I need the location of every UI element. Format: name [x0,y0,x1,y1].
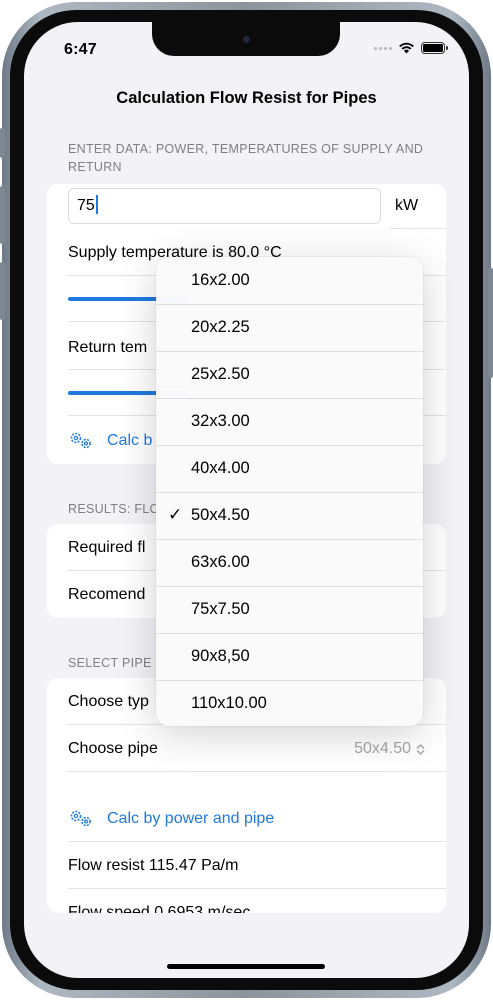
divider [68,771,446,772]
menu-item-label: 32x3.00 [191,412,250,430]
flow-resist-value: Flow resist 115.47 Pa/m [68,857,239,874]
required-flow-label: Required fl [68,539,146,556]
menu-item-label: 75x7.50 [191,600,250,618]
choose-pipe-label: Choose pipe [68,740,158,757]
battery-icon [421,42,448,54]
gears-icon [70,810,91,827]
menu-item-63x6.00[interactable]: 63x6.00 [156,539,423,586]
menu-item-25x2.50[interactable]: 25x2.50 [156,351,423,398]
menu-item-40x4.00[interactable]: 40x4.00 [156,445,423,492]
menu-item-label: 63x6.00 [191,553,250,571]
menu-item-label: 50x4.50 [191,506,250,524]
notch [152,22,340,56]
menu-item-label: 20x2.25 [191,318,250,336]
flow-speed-value: Flow speed 0.6953 m/sec [68,904,251,913]
menu-item-label: 25x2.50 [191,365,250,383]
menu-item-32x3.00[interactable]: 32x3.00 [156,398,423,445]
choose-pipe-picker[interactable]: 50x4.50 [354,740,425,758]
camera-icon [243,36,250,43]
power-unit: kW [395,197,419,214]
mute-switch [0,128,5,158]
gears-icon [70,432,91,449]
page-title: Calculation Flow Resist for Pipes [116,89,377,107]
menu-item-16x2.00[interactable]: 16x2.00 [156,257,423,304]
return-temperature-label: Return tem [68,339,148,356]
choose-type-label[interactable]: Choose typ [68,693,149,711]
pipe-size-menu: 16x2.00 20x2.25 25x2.50 32x3.00 40x4.00 … [156,257,423,726]
volume-down-button [0,262,5,320]
chevron-up-down-icon [416,743,425,755]
menu-item-75x7.50[interactable]: 75x7.50 [156,586,423,633]
input-section-header: ENTER DATA: POWER, TEMPERATURES OF SUPPL… [68,142,424,174]
power-input[interactable]: 75 [68,188,381,224]
menu-item-label: 40x4.00 [191,459,250,477]
volume-up-button [0,186,5,244]
power-button [488,268,493,378]
menu-item-20x2.25[interactable]: 20x2.25 [156,304,423,351]
choose-pipe-value: 50x4.50 [354,740,411,757]
calc-button[interactable]: Calc b [107,432,152,450]
divider [68,888,446,889]
divider [390,228,446,229]
menu-item-label: 110x10.00 [191,694,267,712]
menu-item-label: 16x2.00 [191,271,250,289]
menu-item-110x10.00[interactable]: 110x10.00 [156,680,423,726]
text-caret [95,195,98,214]
status-icons [374,42,448,54]
power-input-value: 75 [77,197,95,214]
signal-icon [374,46,392,50]
menu-item-90x8,50[interactable]: 90x8,50 [156,633,423,680]
menu-item-label: 90x8,50 [191,647,250,665]
home-indicator[interactable] [167,964,325,969]
menu-item-50x4.50[interactable]: ✓ 50x4.50 [156,492,423,539]
screen: 6:47 Calculation Flow Resist for Pipes E… [24,22,469,978]
calc-by-power-and-pipe-button[interactable]: Calc by power and pipe [107,810,274,828]
status-time: 6:47 [64,41,97,58]
divider [68,841,446,842]
checkmark-icon: ✓ [168,505,183,524]
recommended-label: Recomend [68,586,146,603]
wifi-icon [399,42,414,54]
